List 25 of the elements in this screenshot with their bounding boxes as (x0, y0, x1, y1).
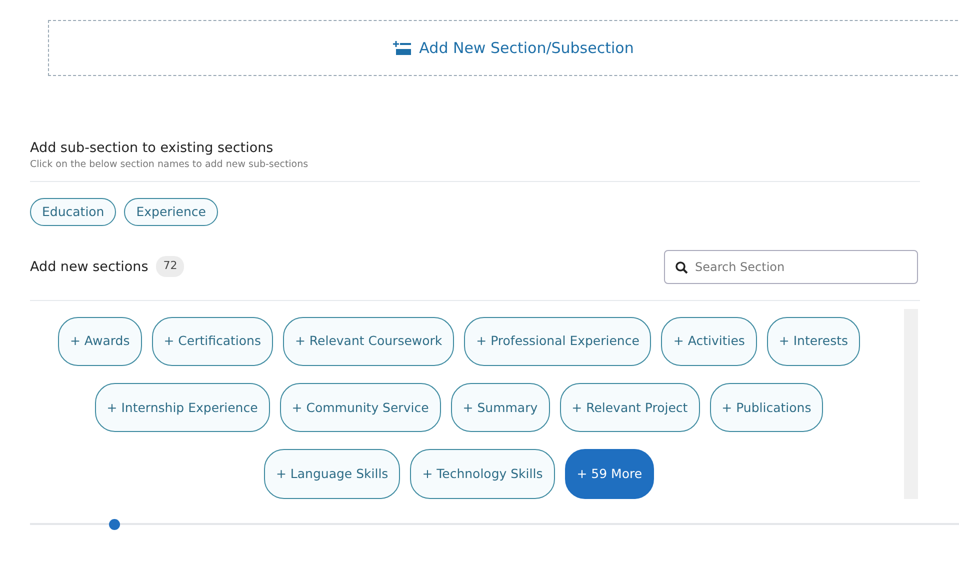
add-section-chip[interactable]: + Relevant Project (560, 382, 700, 432)
section-chip[interactable]: Education (30, 198, 116, 226)
more-button[interactable]: + 59 More (564, 449, 654, 499)
add-section-chip[interactable]: + Technology Skills (410, 449, 555, 499)
add-section-chip[interactable]: + Publications (710, 382, 824, 432)
section-heading: Add sub-section to existing sections (30, 139, 274, 158)
search-field[interactable]: Search Section (664, 250, 918, 284)
count-badge: 72 (156, 256, 184, 277)
add-section-button[interactable]: Add New Section/Subsection (48, 20, 959, 76)
add-section-chip[interactable]: + Activities (661, 316, 757, 366)
add-section-chip[interactable]: + Awards (58, 316, 142, 366)
add-section-chip[interactable]: + Community Service (280, 382, 441, 432)
add-section-chip[interactable]: + Internship Experience (94, 382, 270, 432)
slider-handle[interactable] (108, 518, 120, 530)
add-section-chip[interactable]: + Interests (766, 316, 860, 366)
add-section-chip[interactable]: + Summary (450, 382, 550, 432)
section-hint: Click on the below section names to add new sub-sections (30, 158, 310, 172)
add-section-chip[interactable]: + Language Skills (264, 449, 400, 499)
add-section-chip[interactable]: + Relevant Coursework (282, 316, 454, 366)
section-heading: Add new sections (30, 258, 148, 276)
add-section-chip[interactable]: + Certifications (152, 316, 273, 366)
add-list-icon (393, 40, 412, 56)
add-section-chip[interactable]: + Professional Experience (464, 316, 652, 366)
section-chip[interactable]: Experience (124, 198, 218, 226)
search-icon (675, 260, 688, 274)
